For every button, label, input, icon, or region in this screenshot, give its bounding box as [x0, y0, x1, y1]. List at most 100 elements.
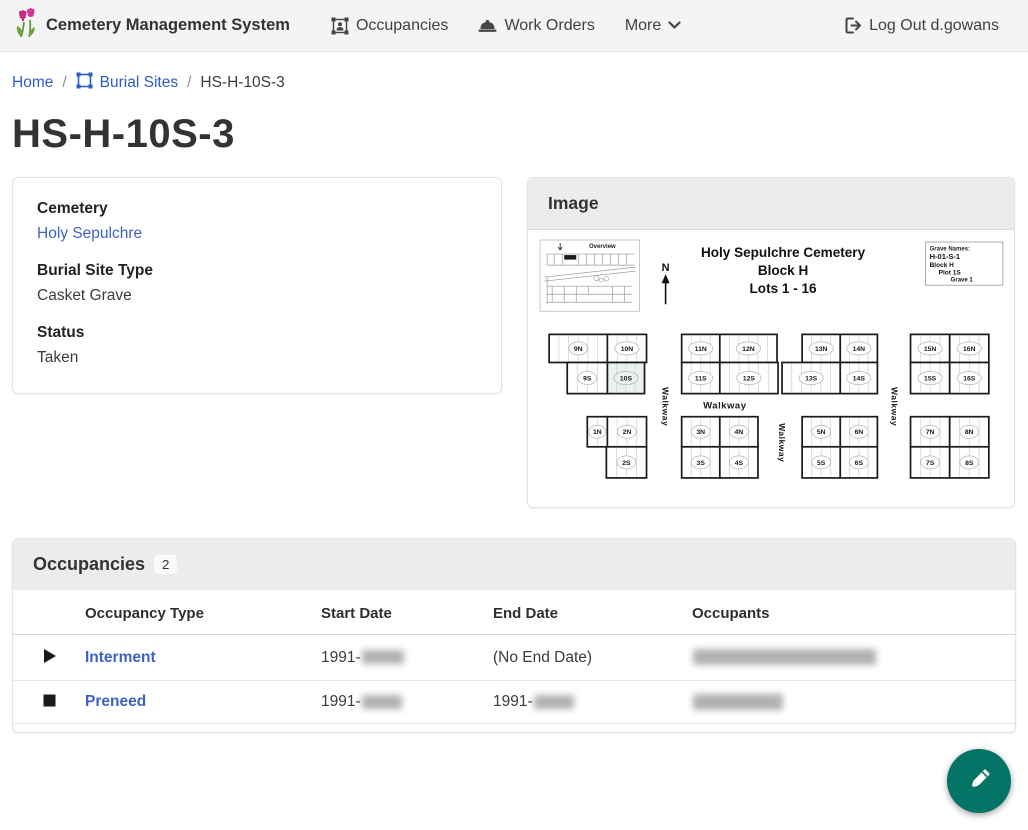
- plot-cell-label: 15S: [924, 375, 937, 382]
- nav-more-label: More: [625, 17, 661, 35]
- plot-cell-label: 12S: [743, 375, 756, 382]
- plot-map-svg: Overview: [534, 234, 1008, 496]
- plot-cell-label: 7S: [926, 460, 935, 467]
- content-row: Cemetery Holy Sepulchre Burial Site Type…: [0, 177, 1028, 508]
- col-header-occupancy-type: Occupancy Type: [75, 590, 311, 635]
- nav-work-orders-label: Work Orders: [504, 17, 594, 35]
- status-value: Taken: [37, 349, 477, 367]
- north-arrow: N: [662, 262, 670, 304]
- end-date-cell: 1991-: [483, 681, 682, 724]
- plot-cell-label: 8S: [965, 460, 974, 467]
- svg-text:Holy Sepulchre Cemetery: Holy Sepulchre Cemetery: [701, 245, 866, 260]
- breadcrumb-burial-sites-label: Burial Sites: [100, 74, 178, 92]
- image-panel: Image Overview: [527, 177, 1015, 508]
- occupancies-title: Occupancies: [33, 554, 145, 575]
- field-burial-site-type: Burial Site Type Casket Grave: [37, 262, 477, 305]
- occupancies-count-badge: 2: [154, 555, 177, 574]
- burial-site-details-card: Cemetery Holy Sepulchre Burial Site Type…: [12, 177, 502, 394]
- occupancy-type-link[interactable]: Interment: [85, 649, 156, 666]
- status-label: Status: [37, 324, 477, 342]
- plot-cell-label: 10N: [621, 346, 634, 353]
- breadcrumb-separator: /: [62, 74, 66, 92]
- breadcrumb-home-link[interactable]: Home: [12, 74, 53, 92]
- walkway-label: Walkway: [703, 401, 747, 412]
- plot-cell-label: 4N: [735, 429, 744, 436]
- grave-names-box: Grave Names: H-01-S-1 Block H Plot 1S Gr…: [926, 242, 1003, 285]
- collapse-row-button[interactable]: [41, 692, 58, 709]
- cemetery-label: Cemetery: [37, 200, 477, 218]
- occupancy-row-interment: Interment 1991- (No End Date): [13, 635, 1015, 681]
- plot-cell-label: 10S: [620, 375, 633, 382]
- breadcrumb: Home / Burial Sites / HS-H-10S-3: [0, 52, 1028, 104]
- plot-cell-label: 9S: [583, 375, 592, 382]
- occupancies-panel: Occupancies 2 Occupancy Type Start Date …: [12, 538, 1016, 733]
- expand-row-button[interactable]: [41, 646, 59, 666]
- plot-map-image: Overview: [528, 230, 1014, 507]
- app-brand[interactable]: Cemetery Management System: [14, 8, 290, 43]
- nav-more-dropdown[interactable]: More: [610, 0, 696, 52]
- plot-cell-label: 16N: [963, 346, 976, 353]
- plot-cell-label: 16S: [963, 375, 976, 382]
- plot-cell-label: 14S: [853, 375, 866, 382]
- svg-text:Block H: Block H: [758, 263, 808, 278]
- redacted-value: [362, 695, 402, 709]
- plot-cell-label: 2S: [622, 460, 631, 467]
- pencil-icon: [965, 766, 993, 797]
- plot-cell-label: 15N: [924, 346, 937, 353]
- plot-cell-label: 2N: [623, 429, 632, 436]
- image-panel-title: Image: [548, 193, 599, 213]
- cemetery-link[interactable]: Holy Sepulchre: [37, 225, 142, 242]
- play-icon: [43, 652, 57, 667]
- plot-blocks: 9N10N9S10S11N12N11S12S13N14N13S14S15N16N…: [549, 334, 989, 478]
- walkway-label: Walkway: [777, 423, 787, 462]
- occupants-cell: [682, 681, 1015, 724]
- col-header-expand: [13, 590, 75, 635]
- map-title: Holy Sepulchre Cemetery Block H Lots 1 -…: [701, 245, 866, 296]
- field-cemetery: Cemetery Holy Sepulchre: [37, 200, 477, 243]
- nav-occupancies[interactable]: Occupancies: [316, 0, 464, 52]
- stop-square-icon: [43, 695, 56, 710]
- col-header-end-date: End Date: [483, 590, 682, 635]
- burial-sites-icon: [76, 72, 93, 94]
- redacted-value: [693, 694, 783, 710]
- svg-text:H-01-S-1: H-01-S-1: [930, 252, 961, 261]
- breadcrumb-current: HS-H-10S-3: [200, 74, 284, 92]
- svg-text:Grave 1: Grave 1: [951, 278, 974, 284]
- plot-cell-label: 5N: [817, 429, 826, 436]
- redacted-value: [362, 650, 404, 664]
- col-header-occupants: Occupants: [682, 590, 1015, 635]
- occupancy-type-link[interactable]: Preneed: [85, 693, 146, 710]
- occupants-cell: [682, 635, 1015, 681]
- burial-site-type-value: Casket Grave: [37, 287, 477, 305]
- plot-cell-label: 9N: [574, 346, 583, 353]
- svg-text:Block H: Block H: [930, 262, 955, 269]
- occupancy-frame-icon: [331, 17, 349, 35]
- field-status: Status Taken: [37, 324, 477, 367]
- plot-cell-label: 3N: [696, 429, 705, 436]
- plot-cell-label: 13S: [805, 375, 818, 382]
- plot-cell-label: 6N: [854, 429, 863, 436]
- occupancy-row-preneed: Preneed 1991- 1991-: [13, 681, 1015, 724]
- edit-fab-button[interactable]: [947, 749, 1011, 813]
- logout-label: Log Out d.gowans: [869, 17, 999, 35]
- hardhat-icon: [478, 18, 497, 34]
- plot-cell-label: 14N: [853, 346, 866, 353]
- breadcrumb-burial-sites-link[interactable]: Burial Sites: [76, 72, 178, 94]
- occupancies-header: Occupancies 2: [13, 539, 1015, 590]
- occupancies-table: Occupancy Type Start Date End Date Occup…: [13, 590, 1015, 724]
- image-panel-header: Image: [528, 178, 1014, 230]
- start-date-cell: 1991-: [311, 681, 483, 724]
- plot-cell-label: 11S: [695, 375, 707, 382]
- panel-bottom-padding: [13, 724, 1015, 732]
- nav-work-orders[interactable]: Work Orders: [463, 0, 609, 52]
- plot-cell-label: 12N: [742, 346, 755, 353]
- logout-button[interactable]: Log Out d.gowans: [829, 0, 1014, 52]
- plot-cell-label: 3S: [697, 460, 706, 467]
- svg-text:Overview: Overview: [589, 244, 616, 250]
- plot-cell-label: 7N: [926, 429, 935, 436]
- end-date-cell: (No End Date): [483, 635, 682, 681]
- svg-text:N: N: [662, 262, 670, 274]
- burial-site-type-label: Burial Site Type: [37, 262, 477, 280]
- plot-cell-label: 8N: [965, 429, 974, 436]
- walkway-label: Walkway: [661, 387, 671, 426]
